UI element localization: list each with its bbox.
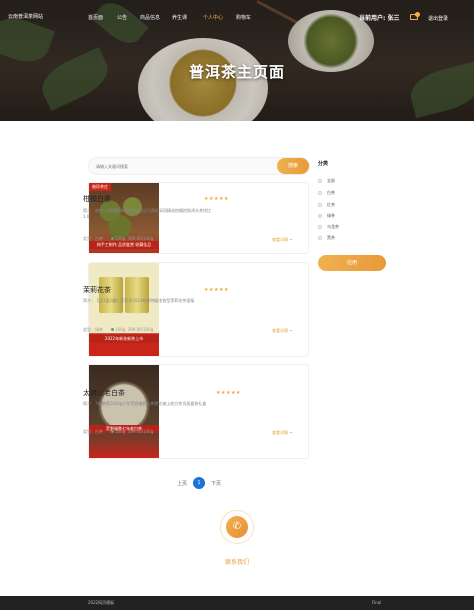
category-label: 绿茶 bbox=[327, 213, 335, 218]
weight-dot-icon bbox=[111, 430, 114, 433]
radio-icon[interactable] bbox=[318, 179, 322, 183]
product-category: 类型：绿茶 bbox=[83, 327, 103, 332]
nav-products[interactable]: 商品信息 bbox=[140, 14, 160, 21]
view-detail-link[interactable]: 查看详情 ➞ bbox=[272, 430, 293, 436]
product-weight: 100g bbox=[115, 429, 126, 434]
product-image-caption: 2022年新花新茶上市 bbox=[89, 335, 159, 343]
next-page-button[interactable]: 下页 bbox=[211, 480, 221, 487]
cart-badge-icon bbox=[415, 12, 420, 17]
footer-copyright: 2022网页模板 bbox=[88, 600, 115, 605]
product-category: 类型：白茶 bbox=[83, 429, 103, 434]
page-title: 普洱茶主页面 bbox=[188, 63, 285, 81]
nav-cart[interactable]: 购物车 bbox=[236, 14, 251, 21]
category-option[interactable]: 红茶 bbox=[318, 202, 335, 208]
phone-icon[interactable]: ✆ bbox=[226, 516, 248, 538]
category-option[interactable]: 白茶 bbox=[318, 190, 335, 196]
product-title[interactable]: 茉莉花茶 bbox=[83, 285, 111, 295]
product-meta: 类型：白茶 100g 399.00/100g bbox=[83, 429, 153, 435]
view-detail-link[interactable]: 查看详情 ➞ bbox=[272, 237, 293, 243]
product-card: 2022年新花新茶上市 bbox=[88, 262, 309, 357]
logout-link[interactable]: 退出登录 bbox=[428, 15, 448, 22]
product-image-caption: 纯手工制作 品质鉴赏 收藏佳品 bbox=[89, 241, 159, 249]
site-logo[interactable]: 云南普洱茶网站 bbox=[8, 13, 43, 20]
product-card: 荒野福鼎七年老白茶 bbox=[88, 364, 309, 459]
rating-stars: ★★★★★ bbox=[216, 390, 241, 396]
nav-announcement[interactable]: 公告 bbox=[117, 14, 127, 21]
footer-right-text: Final bbox=[372, 600, 382, 605]
tea-can-image bbox=[99, 277, 123, 313]
product-title[interactable]: 柑橘白茶 bbox=[83, 194, 111, 204]
category-title: 分类 bbox=[318, 161, 329, 167]
product-category: 类型：白茶 bbox=[83, 236, 103, 241]
product-weight: 100g bbox=[115, 327, 126, 332]
footer bbox=[0, 596, 474, 610]
radio-icon[interactable] bbox=[318, 191, 322, 195]
product-desc: 简介：7饼整提2450g七年荒野福鼎白茶野太姥山老白茶贡眉盒装礼盒 bbox=[83, 401, 207, 406]
category-label: 红茶 bbox=[327, 202, 335, 207]
prev-page-button[interactable]: 上页 bbox=[177, 480, 187, 487]
arrow-icon: ➞ bbox=[289, 328, 293, 333]
product-price: 399.00/100g bbox=[127, 327, 154, 332]
nav-home[interactable]: 首页面 bbox=[88, 14, 103, 21]
category-option[interactable]: 全部 bbox=[318, 178, 335, 184]
view-detail-label: 查看详情 bbox=[272, 328, 288, 333]
nav-health[interactable]: 养生课 bbox=[172, 14, 187, 21]
category-label: 全部 bbox=[327, 178, 335, 183]
apply-filter-button[interactable]: 应用 bbox=[318, 255, 386, 271]
rating-stars: ★★★★★ bbox=[204, 287, 229, 293]
arrow-icon: ➞ bbox=[289, 237, 293, 242]
rating-stars: ★★★★★ bbox=[204, 196, 229, 202]
category-option[interactable]: 绿茶 bbox=[318, 213, 335, 219]
weight-dot-icon bbox=[111, 328, 114, 331]
product-image[interactable]: 2022年新花新茶上市 bbox=[89, 263, 159, 356]
top-nav: 云南普洱茶网站 首页面 公告 商品信息 养生课 个人中心 购物车 当前用户: 张… bbox=[0, 0, 474, 34]
search-input[interactable] bbox=[96, 162, 266, 170]
product-weight: 100g bbox=[115, 236, 126, 241]
product-title[interactable]: 太姥山老白茶 bbox=[83, 388, 125, 398]
product-price: 399.00/100g bbox=[127, 429, 154, 434]
product-image-tag: 袖珍茶庄 bbox=[89, 183, 111, 191]
category-label: 乌龙茶 bbox=[327, 224, 339, 229]
product-price: 399.00/100g bbox=[127, 236, 154, 241]
category-option[interactable]: 乌龙茶 bbox=[318, 224, 339, 230]
search-button[interactable]: 搜索 bbox=[277, 158, 309, 174]
weight-dot-icon bbox=[111, 237, 114, 240]
view-detail-label: 查看详情 bbox=[272, 430, 288, 435]
nav-profile[interactable]: 个人中心 bbox=[203, 14, 223, 21]
product-desc: 简介：【买1盒2罐】茉莉花2022新茶特级浓香型茉莉花茶银毫 bbox=[83, 298, 195, 303]
tea-can-image bbox=[125, 277, 149, 313]
product-desc: 简介：南方小青柑精选枸橘柑皮胶汩乃原料采用精选柑橘柑和鸿头茶饼比 1.6 bbox=[83, 208, 211, 219]
product-meta: 类型：白茶 100g 399.00/100g bbox=[83, 236, 153, 242]
current-user: 当前用户: 张三 bbox=[359, 15, 400, 22]
radio-icon[interactable] bbox=[318, 203, 322, 207]
category-label: 白茶 bbox=[327, 190, 335, 195]
radio-icon[interactable] bbox=[318, 214, 322, 218]
product-image[interactable]: 荒野福鼎七年老白茶 bbox=[89, 365, 159, 458]
radio-icon[interactable] bbox=[318, 236, 322, 240]
radio-icon[interactable] bbox=[318, 225, 322, 229]
arrow-icon: ➞ bbox=[289, 430, 293, 435]
view-detail-label: 查看详情 bbox=[272, 237, 288, 242]
category-option[interactable]: 黑茶 bbox=[318, 235, 335, 241]
contact-us-label[interactable]: 联系我们 bbox=[0, 557, 474, 566]
view-detail-link[interactable]: 查看详情 ➞ bbox=[272, 328, 293, 334]
product-meta: 类型：绿茶 100g 399.00/100g bbox=[83, 327, 153, 333]
page-number-current[interactable]: 1 bbox=[193, 477, 205, 489]
category-label: 黑茶 bbox=[327, 235, 335, 240]
